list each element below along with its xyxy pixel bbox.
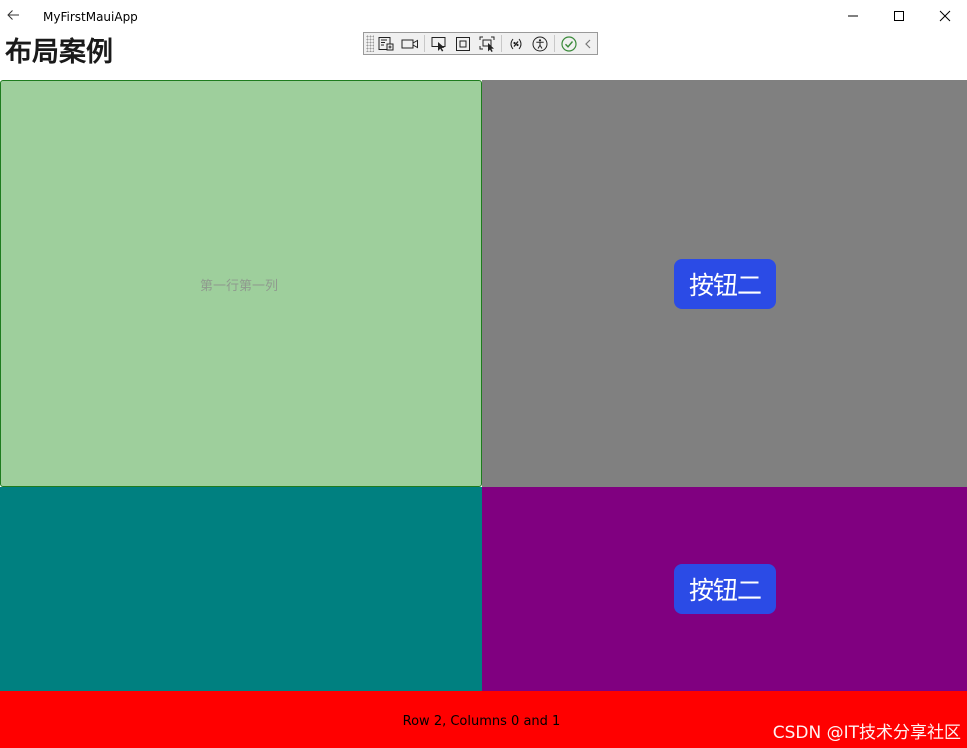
maximize-button[interactable] (876, 0, 922, 32)
track-focus-button[interactable] (475, 33, 499, 54)
display-layout-adorners-icon (456, 36, 470, 51)
live-visual-tree-icon (378, 36, 393, 50)
grid-cell-row1-col0 (0, 487, 482, 691)
toolbar-separator (424, 35, 425, 52)
back-arrow-icon (7, 10, 19, 20)
toolbar-grip-handle[interactable] (366, 35, 374, 52)
accessibility-checker-button[interactable] (528, 33, 552, 54)
check-icon (561, 35, 577, 52)
window-title: MyFirstMauiApp (43, 10, 138, 24)
close-icon (939, 10, 951, 22)
xaml-debug-toolbar (363, 32, 598, 55)
button-two-bottom[interactable]: 按钮二 (674, 564, 776, 614)
select-element-icon (431, 36, 445, 51)
live-visual-tree-button[interactable] (374, 33, 398, 54)
accessibility-icon (532, 36, 548, 51)
collapse-toolbar-button[interactable] (581, 33, 595, 54)
display-layout-adorners-button[interactable] (451, 33, 475, 54)
record-icon (401, 39, 418, 48)
grid-cell-row0-col0: 第一行第一列 (0, 80, 482, 487)
cell-label: 第一行第一列 (199, 279, 278, 294)
maximize-icon (894, 11, 904, 21)
close-button[interactable] (922, 0, 967, 32)
grid-row2-span: Row 2, Columns 0 and 1 CSDN @IT技术分享社区 (0, 691, 967, 748)
binding-failures-icon (510, 38, 522, 49)
toolbar-separator (501, 35, 502, 52)
toolbar-separator (554, 35, 555, 52)
grid-cell-row1-col1: 按钮二 (482, 487, 967, 691)
minimize-icon (848, 15, 858, 17)
back-button[interactable] (4, 5, 24, 25)
track-focus-icon (479, 36, 494, 52)
minimize-button[interactable] (830, 0, 876, 32)
collapse-chevron-icon (585, 39, 591, 48)
grid-cell-row0-col1: 按钮二 (482, 80, 967, 487)
watermark-text: CSDN @IT技术分享社区 (772, 723, 961, 743)
hot-reload-status-button[interactable] (557, 33, 581, 54)
button-two-top[interactable]: 按钮二 (674, 259, 776, 309)
page-title: 布局案例 (5, 37, 113, 68)
select-element-button[interactable] (427, 33, 451, 54)
binding-failures-button[interactable] (504, 33, 528, 54)
record-button[interactable] (398, 33, 422, 54)
window-titlebar: MyFirstMauiApp (0, 0, 967, 32)
